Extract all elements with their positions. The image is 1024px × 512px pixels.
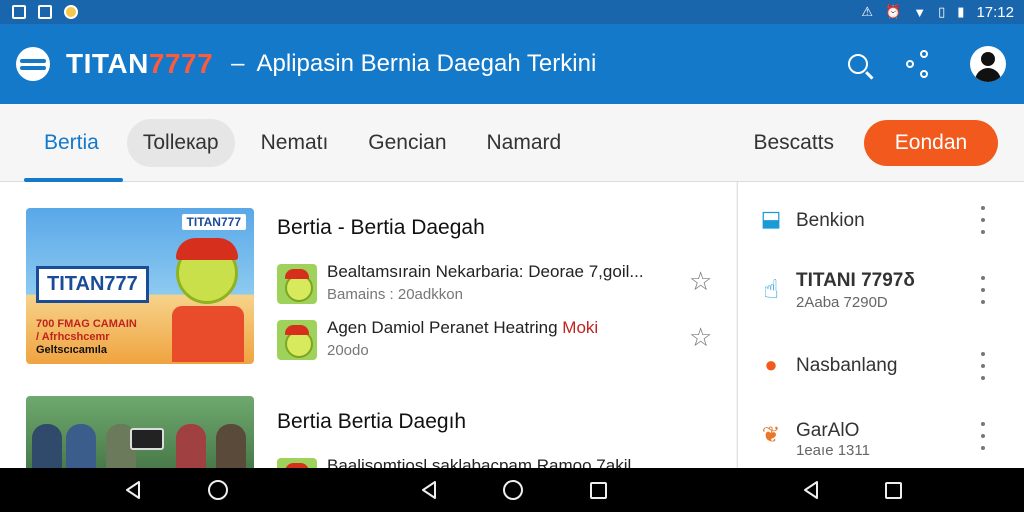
more-options-icon[interactable] — [976, 352, 990, 380]
person-figure — [216, 424, 246, 468]
screen: ⚠ ⏰ ▼ ▯ ▮ 17:12 TITAN7777 – Aplipasin Be… — [0, 0, 1024, 512]
back-icon[interactable] — [802, 481, 820, 499]
item-subtitle: Bamains : 20adkkon — [327, 286, 463, 303]
brand-prefix: TITAN — [66, 48, 149, 79]
thumbnail-caption-line: 700 FMAG CAMAIN — [36, 318, 137, 330]
home-icon[interactable] — [503, 480, 523, 500]
phone-in-photo — [130, 428, 164, 450]
star-icon[interactable]: ☆ — [689, 268, 712, 294]
side-item-subtitle: 1eaıe 1311 — [796, 442, 870, 459]
tab-namard[interactable]: Namard — [467, 104, 582, 182]
side-item-label: TITANI 7797δ — [796, 270, 915, 291]
home-icon[interactable] — [208, 480, 228, 500]
tab-bar-actions: Bescatts Eondan — [753, 119, 1024, 166]
title-separator: – — [231, 50, 245, 77]
tab-label: Nematı — [260, 130, 329, 154]
status-indicators: ⚠ ⏰ ▼ ▯ ▮ 17:12 — [861, 4, 1024, 21]
second-thumbnail[interactable] — [26, 396, 254, 468]
star-icon[interactable]: ☆ — [689, 324, 712, 350]
section-title: Bertia Bertia Daegıh — [277, 410, 467, 433]
item-headline: Bealtamsırain Nekarbaria: Deorae 7,goil.… — [327, 262, 644, 281]
status-time: 17:12 — [976, 3, 1014, 21]
side-item-label: Benkion — [796, 210, 865, 231]
bescatts-link[interactable]: Bescatts — [753, 131, 834, 155]
tab-nemati[interactable]: Nematı — [241, 104, 349, 182]
item-thumbnail — [277, 320, 317, 360]
app-bar: TITAN7777 – Aplipasin Bernia Daegah Terk… — [0, 24, 1024, 104]
tag-icon: ⬓ — [760, 206, 782, 231]
list-item[interactable]: Bealtamsırain Nekarbaria: Deorae 7,goil.… — [277, 262, 717, 306]
tab-label: Gencian — [368, 130, 447, 154]
item-thumbnail — [277, 458, 317, 468]
item-thumbnail — [277, 264, 317, 304]
thumbnail-caption: 700 FMAG CAMAIN / Afrhcshcemr — [36, 318, 137, 344]
alert-icon: ⚠ — [861, 4, 874, 19]
tab-label: Namard — [486, 130, 562, 154]
search-icon[interactable] — [848, 54, 868, 74]
navigation-bar — [0, 468, 1024, 512]
person-figure — [32, 424, 62, 468]
mascot-hat — [176, 238, 238, 260]
tab-label: Tolleкap — [126, 118, 235, 167]
battery-icon: ▮ — [957, 4, 965, 19]
list-item[interactable]: Agen Damiol Peranet Heatring Moki 20odo … — [277, 318, 717, 362]
person-figure — [176, 424, 206, 468]
side-item-label: GarAlO — [796, 420, 860, 441]
person-figure — [66, 424, 96, 468]
app-icon — [64, 5, 78, 19]
image-icon — [12, 5, 26, 19]
app-logo-icon[interactable] — [16, 47, 50, 81]
featured-thumbnail[interactable]: TITAN777 TITAN777 700 FMAG CAMAIN / Afrh… — [26, 208, 254, 364]
brand-name: TITAN7777 — [66, 48, 213, 80]
thumbnail-caption-line: / Afrhcshcemr — [36, 331, 110, 343]
tab-label: Bertia — [44, 130, 99, 154]
tab-bertia[interactable]: Bertia — [0, 104, 123, 182]
side-panel: ⬓ Benkion ☝ TITANI 7797δ 2Aaba 7290D ● N… — [737, 182, 1024, 468]
photo-icon — [38, 5, 52, 19]
side-item-benkion[interactable]: ⬓ Benkion — [738, 192, 1024, 248]
item-subtitle: 20odo — [327, 342, 369, 359]
tab-bar: Bertia Tolleкap Nematı Gencian Namard Be… — [0, 104, 1024, 182]
more-options-icon[interactable] — [976, 206, 990, 234]
share-icon[interactable] — [906, 50, 932, 78]
side-item-garalo[interactable]: ❦ GarAlO 1eaıe 1311 — [738, 408, 1024, 464]
item-headline: Agen Damiol Peranet Heatring Moki — [327, 318, 598, 338]
tab-gencian[interactable]: Gencian — [348, 104, 466, 182]
tab-tollekap[interactable]: Tolleкap — [123, 104, 241, 182]
brand-highlight: 7777 — [148, 48, 214, 79]
vibrate-icon: ▯ — [938, 4, 946, 19]
status-bar: ⚠ ⏰ ▼ ▯ ▮ 17:12 — [0, 0, 1024, 24]
page-title: Aplipasin Bernia Daegah Terkini — [256, 50, 597, 77]
chat-icon: ● — [764, 352, 778, 377]
mascot-body — [172, 306, 244, 362]
news-feed: TITAN777 TITAN777 700 FMAG CAMAIN / Afrh… — [0, 182, 736, 468]
side-item-subtitle: 2Aaba 7290D — [796, 294, 888, 311]
list-item[interactable]: Baalisomtiosl saklabacpam Ramoo 7akil — [277, 456, 717, 468]
recents-icon[interactable] — [885, 482, 902, 499]
recents-icon[interactable] — [590, 482, 607, 499]
more-options-icon[interactable] — [976, 422, 990, 450]
alarm-icon: ⏰ — [885, 4, 902, 19]
thumbnail-logo: TITAN777 — [181, 214, 246, 230]
side-item-nasbanlang[interactable]: ● Nasbanlang — [738, 338, 1024, 394]
account-icon[interactable] — [970, 46, 1006, 82]
eondan-button[interactable]: Eondan — [864, 119, 998, 166]
back-icon[interactable] — [124, 481, 142, 499]
item-headline: Baalisomtiosl saklabacpam Ramoo 7akil — [327, 456, 632, 468]
thumbnail-banner: TITAN777 — [36, 266, 149, 303]
side-item-label: Nasbanlang — [796, 355, 898, 376]
item-headline-text: Agen Damiol Peranet Heatring — [327, 318, 563, 337]
item-headline-accent: Moki — [562, 318, 599, 337]
back-icon[interactable] — [420, 481, 438, 499]
plant-icon: ❦ — [761, 422, 781, 447]
section-title: Bertia - Bertia Daegah — [277, 216, 485, 239]
more-options-icon[interactable] — [976, 276, 990, 304]
side-item-titan[interactable]: ☝ TITANI 7797δ 2Aaba 7290D — [738, 262, 1024, 318]
app-actions — [848, 46, 1024, 82]
status-notifications — [0, 5, 78, 19]
wifi-icon: ▼ — [913, 4, 927, 20]
hand-icon: ☝ — [763, 274, 779, 304]
thumbnail-caption-line: Geltscıcamıla — [36, 344, 107, 356]
